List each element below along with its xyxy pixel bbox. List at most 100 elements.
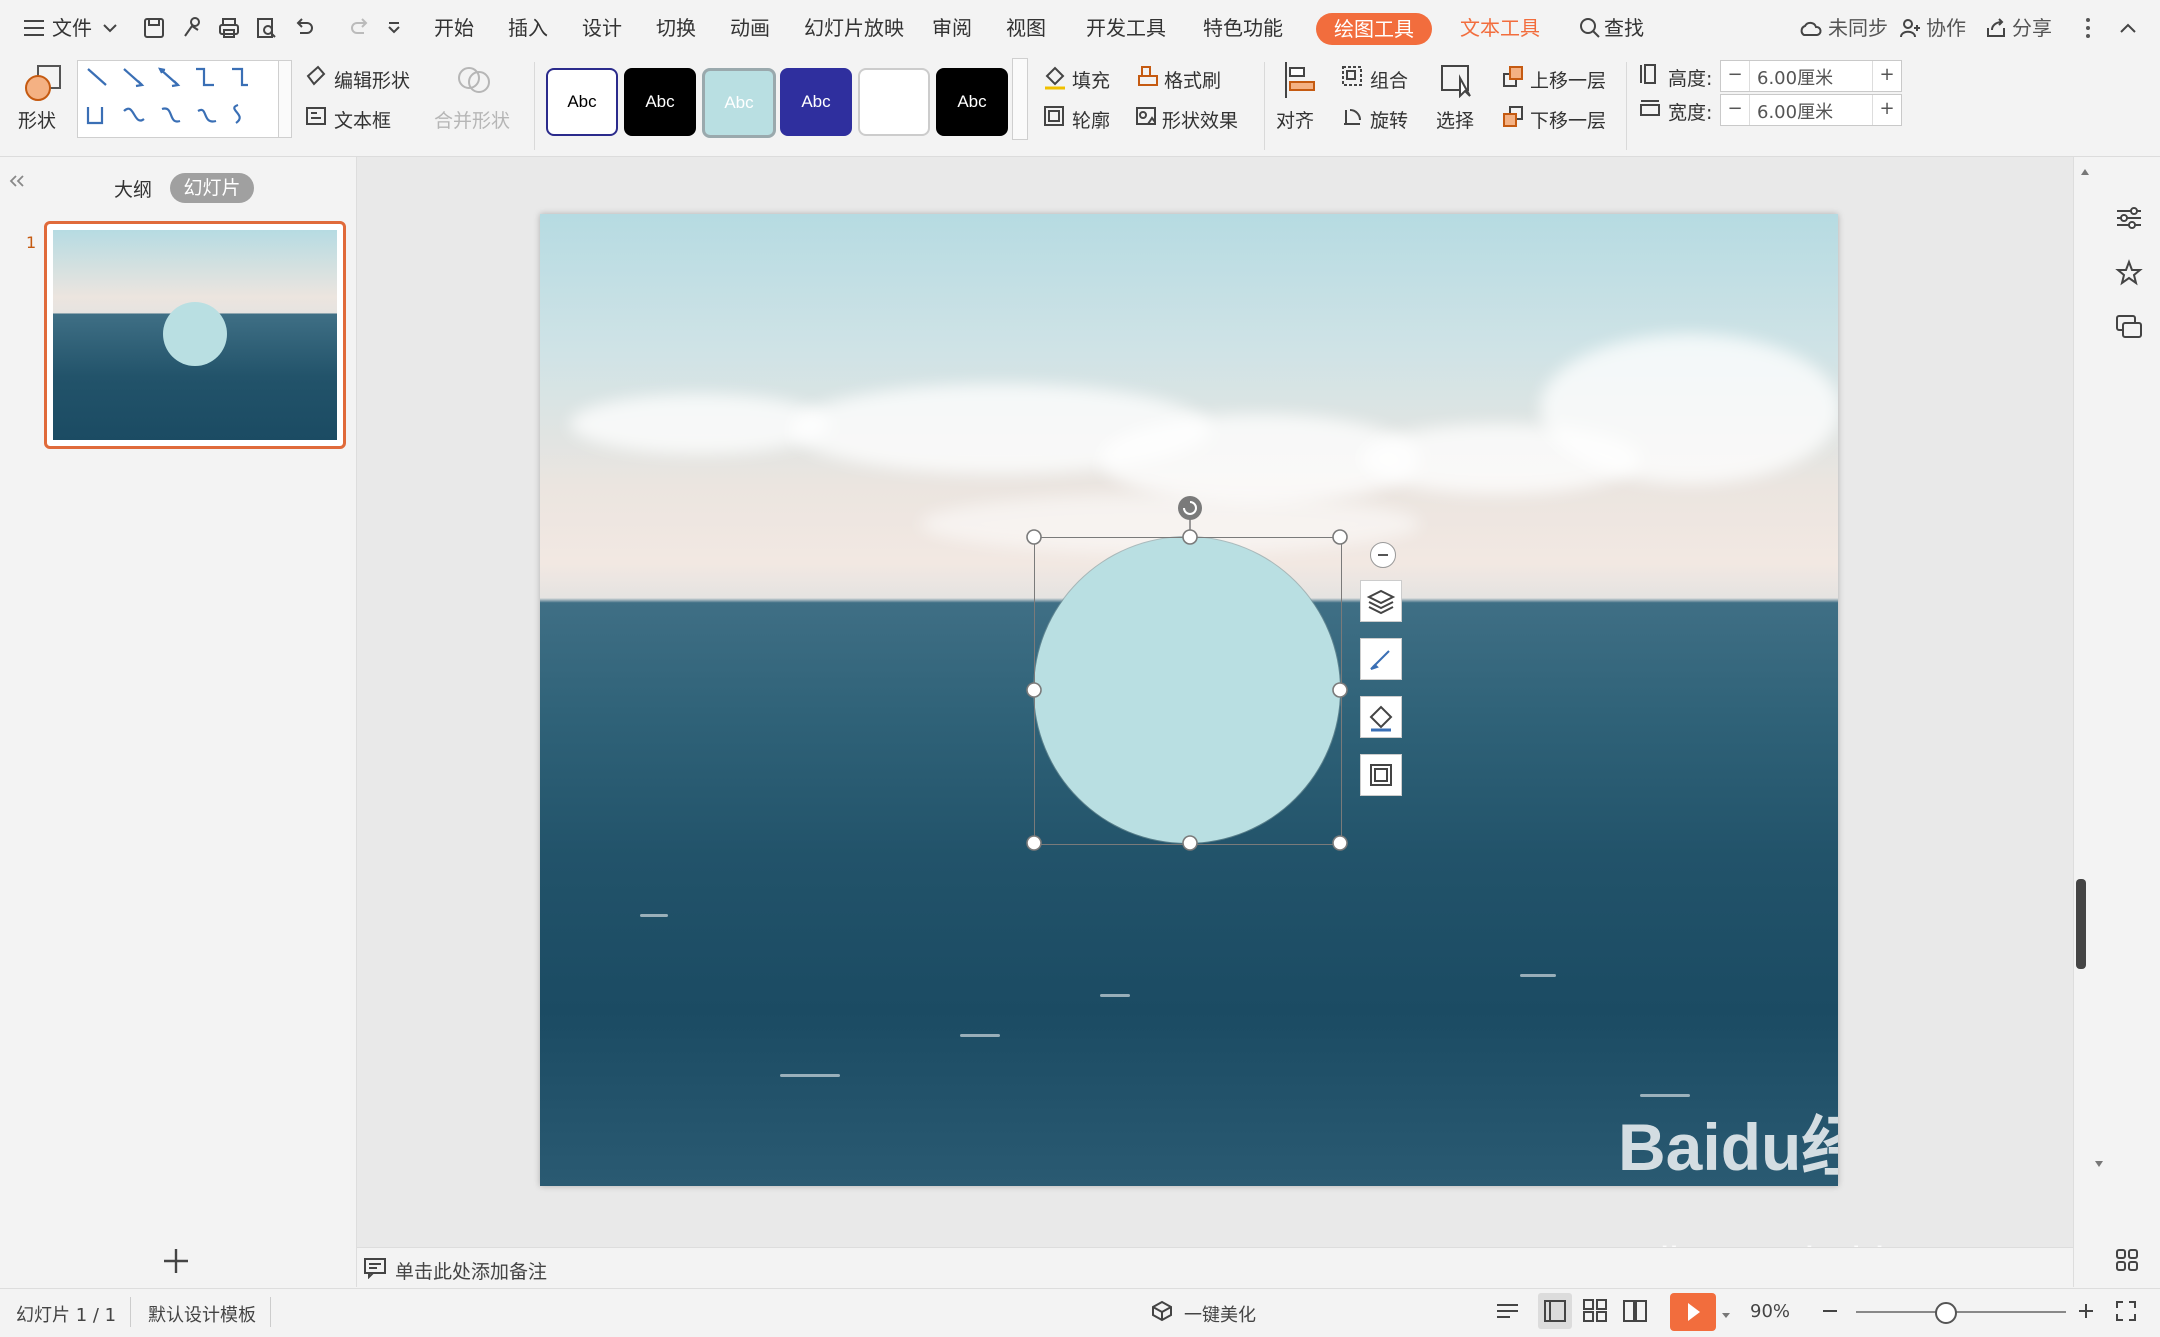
print-preview-icon[interactable] xyxy=(252,14,280,42)
zoom-slider-thumb[interactable] xyxy=(1935,1302,1957,1324)
vertical-scrollbar[interactable] xyxy=(2078,163,2103,1243)
select-button[interactable]: 选择 xyxy=(1436,106,1474,133)
slide-thumbnail[interactable] xyxy=(44,221,346,449)
share-button[interactable]: 分享 xyxy=(2012,12,2052,41)
notes-bar[interactable]: 单击此处添加备注 xyxy=(357,1247,2073,1288)
send-backward-button[interactable]: 下移一层 xyxy=(1530,106,1606,133)
zoom-out-icon[interactable] xyxy=(1820,1301,1840,1326)
collapse-panel-icon[interactable] xyxy=(8,173,26,192)
collaborate-button[interactable]: 协作 xyxy=(1926,12,1966,41)
tab-animation[interactable]: 动画 xyxy=(730,12,770,41)
tab-transition[interactable]: 切换 xyxy=(656,12,696,41)
format-painter-button[interactable]: 格式刷 xyxy=(1164,66,1221,93)
height-stepper[interactable]: − 6.00厘米 + xyxy=(1720,60,1902,92)
tab-slideshow[interactable]: 幻灯片放映 xyxy=(804,12,904,41)
hamburger-menu-icon[interactable] xyxy=(20,14,48,42)
slide[interactable]: Baidu经验 xyxy=(540,214,1838,1186)
customize-toolbar-icon[interactable] xyxy=(380,14,408,42)
merge-shape-button[interactable]: 合并形状 xyxy=(434,106,510,133)
outline-button[interactable]: 轮廓 xyxy=(1072,106,1110,133)
template-name[interactable]: 默认设计模板 xyxy=(148,1301,256,1327)
ribbon: 形状 编辑形状 文本框 合并形状 Abc Abc Abc Abc Abc 填充 … xyxy=(0,56,2160,157)
zoom-level[interactable]: 90% xyxy=(1750,1301,1790,1322)
share-icon[interactable] xyxy=(1982,14,2010,42)
more-options-icon[interactable] xyxy=(2074,14,2102,42)
style-preset-5[interactable] xyxy=(858,68,930,136)
zoom-slider-track[interactable] xyxy=(1856,1311,2066,1313)
group-button[interactable]: 组合 xyxy=(1370,66,1408,93)
tab-developer[interactable]: 开发工具 xyxy=(1086,12,1166,41)
style-preset-6[interactable]: Abc xyxy=(936,68,1008,136)
print-icon[interactable] xyxy=(215,14,243,42)
collapse-toolbar-button[interactable] xyxy=(1370,542,1396,568)
style-gallery-scroll[interactable] xyxy=(1012,58,1028,140)
width-stepper[interactable]: − 6.00厘米 + xyxy=(1720,94,1902,126)
notes-toggle-icon[interactable] xyxy=(1494,1299,1524,1328)
tab-slides[interactable]: 幻灯片 xyxy=(170,173,254,203)
undo-icon[interactable] xyxy=(290,14,318,42)
tab-drawing-tools[interactable]: 绘图工具 xyxy=(1316,13,1432,45)
tab-outline[interactable]: 大纲 xyxy=(114,175,152,202)
width-input[interactable]: 6.00厘米 xyxy=(1757,98,1833,124)
save-icon[interactable] xyxy=(140,14,168,42)
outline-quick-icon[interactable] xyxy=(1360,754,1402,796)
fill-quick-icon[interactable] xyxy=(1360,696,1402,738)
bring-forward-button[interactable]: 上移一层 xyxy=(1530,66,1606,93)
play-icon[interactable] xyxy=(1670,1293,1716,1331)
search-icon[interactable] xyxy=(1576,14,1604,42)
one-click-beautify-button[interactable]: 一键美化 xyxy=(1184,1301,1256,1327)
file-menu[interactable]: 文件 xyxy=(52,12,92,41)
height-decrease-button[interactable]: − xyxy=(1721,61,1750,91)
add-slide-icon[interactable] xyxy=(162,1247,190,1279)
side-handle[interactable] xyxy=(2076,879,2086,969)
tab-start[interactable]: 开始 xyxy=(434,12,474,41)
edit-shape-button[interactable]: 编辑形状 xyxy=(334,66,410,93)
height-increase-button[interactable]: + xyxy=(1872,61,1901,91)
tab-special-features[interactable]: 特色功能 xyxy=(1203,12,1283,41)
animation-pane-icon[interactable] xyxy=(2114,259,2144,291)
rotate-button[interactable]: 旋转 xyxy=(1370,106,1408,133)
selection-handles[interactable] xyxy=(1020,484,1360,858)
fill-button[interactable]: 填充 xyxy=(1072,66,1110,93)
layers-icon[interactable] xyxy=(1360,580,1402,622)
sync-status[interactable]: 未同步 xyxy=(1828,12,1888,41)
more-tools-icon[interactable] xyxy=(2114,1247,2140,1277)
shape-button-label[interactable]: 形状 xyxy=(18,106,56,133)
tab-review[interactable]: 审阅 xyxy=(932,12,972,41)
tab-design[interactable]: 设计 xyxy=(582,12,622,41)
search-label[interactable]: 查找 xyxy=(1604,12,1644,41)
style-preset-1[interactable]: Abc xyxy=(546,68,618,136)
shape-gallery-scroll[interactable] xyxy=(278,60,292,138)
cloud-sync-icon[interactable] xyxy=(1796,14,1824,42)
collapse-ribbon-icon[interactable] xyxy=(2114,14,2142,42)
comments-icon[interactable] xyxy=(2114,313,2144,345)
width-decrease-button[interactable]: − xyxy=(1721,95,1750,125)
shape-gallery[interactable] xyxy=(77,60,279,138)
tab-text-tools[interactable]: 文本工具 xyxy=(1460,12,1540,41)
style-preset-2[interactable]: Abc xyxy=(624,68,696,136)
chevron-down-icon[interactable] xyxy=(96,14,124,42)
style-preset-4[interactable]: Abc xyxy=(780,68,852,136)
zoom-in-icon[interactable] xyxy=(2076,1301,2096,1326)
normal-view-icon[interactable] xyxy=(1538,1293,1572,1329)
height-input[interactable]: 6.00厘米 xyxy=(1757,64,1833,90)
collaborate-icon[interactable] xyxy=(1896,14,1924,42)
play-options-chevron-icon[interactable] xyxy=(1720,1305,1732,1326)
slide-sorter-icon[interactable] xyxy=(1580,1295,1610,1330)
align-button[interactable]: 对齐 xyxy=(1276,106,1314,133)
slides-panel: 大纲 幻灯片 1 xyxy=(0,157,357,1287)
shapes-icon[interactable] xyxy=(22,62,66,102)
format-painter-quick-icon[interactable] xyxy=(178,14,206,42)
reading-view-icon[interactable] xyxy=(1620,1295,1650,1330)
textbox-button[interactable]: 文本框 xyxy=(334,106,391,133)
redo-icon[interactable] xyxy=(346,14,374,42)
brush-icon[interactable] xyxy=(1360,638,1402,680)
tab-insert[interactable]: 插入 xyxy=(508,12,548,41)
width-increase-button[interactable]: + xyxy=(1872,95,1901,125)
fit-window-icon[interactable] xyxy=(2114,1299,2138,1328)
style-preset-3-selected[interactable]: Abc xyxy=(702,68,776,138)
shape-effect-button[interactable]: 形状效果 xyxy=(1162,106,1238,133)
properties-icon[interactable] xyxy=(2114,205,2144,235)
notes-placeholder[interactable]: 单击此处添加备注 xyxy=(395,1257,547,1284)
tab-view[interactable]: 视图 xyxy=(1006,12,1046,41)
